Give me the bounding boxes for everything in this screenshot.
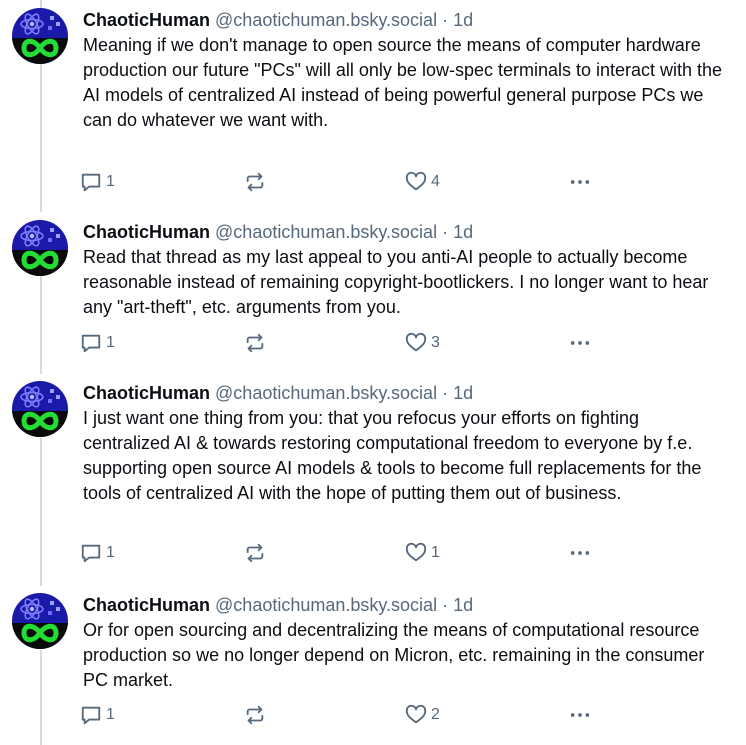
like-button[interactable]: 2: [405, 703, 440, 727]
timestamp[interactable]: 1d: [453, 383, 473, 403]
post-actions: 1 4: [80, 170, 640, 194]
atom-infinity-avatar-icon: [12, 593, 68, 649]
repost-button[interactable]: [244, 170, 270, 194]
reply-count: 1: [106, 706, 115, 723]
repost-button[interactable]: [244, 703, 270, 727]
post[interactable]: ChaoticHuman @chaotichuman.bsky.social ·…: [0, 8, 746, 198]
reply-icon: [81, 334, 101, 353]
more-icon: [570, 180, 590, 184]
more-options-button[interactable]: [567, 541, 593, 565]
reply-button[interactable]: 1: [80, 170, 115, 194]
like-count: 4: [431, 173, 440, 190]
heart-icon: [405, 704, 427, 724]
timestamp[interactable]: 1d: [453, 595, 473, 615]
post[interactable]: ChaoticHuman @chaotichuman.bsky.social ·…: [0, 220, 746, 360]
author-name[interactable]: ChaoticHuman: [83, 595, 210, 615]
more-options-button[interactable]: [567, 703, 593, 727]
post[interactable]: ChaoticHuman @chaotichuman.bsky.social ·…: [0, 381, 746, 571]
author-name[interactable]: ChaoticHuman: [83, 10, 210, 30]
heart-icon: [405, 542, 427, 562]
avatar[interactable]: [12, 8, 68, 64]
author-handle[interactable]: @chaotichuman.bsky.social: [215, 383, 437, 403]
separator: ·: [442, 10, 449, 30]
avatar[interactable]: [12, 593, 68, 649]
thread-line: [40, 0, 42, 8]
reply-count: 1: [106, 544, 115, 561]
atom-infinity-avatar-icon: [12, 220, 68, 276]
more-options-button[interactable]: [567, 331, 593, 355]
heart-icon: [405, 171, 427, 191]
post-text: Read that thread as my last appeal to yo…: [83, 247, 709, 317]
like-button[interactable]: 4: [405, 170, 440, 194]
reply-button[interactable]: 1: [80, 703, 115, 727]
post-text: Or for open sourcing and decentralizing …: [83, 620, 705, 690]
atom-infinity-avatar-icon: [12, 381, 68, 437]
repost-icon: [246, 705, 264, 725]
avatar[interactable]: [12, 381, 68, 437]
reply-count: 1: [106, 173, 115, 190]
more-icon: [570, 713, 590, 717]
repost-icon: [246, 333, 264, 353]
avatar[interactable]: [12, 220, 68, 276]
repost-icon: [246, 172, 264, 192]
author-handle[interactable]: @chaotichuman.bsky.social: [215, 10, 437, 30]
post-header: ChaoticHuman @chaotichuman.bsky.social ·…: [83, 8, 473, 32]
post-text: I just want one thing from you: that you…: [83, 408, 702, 503]
timestamp[interactable]: 1d: [453, 222, 473, 242]
post-actions: 1 2: [80, 703, 640, 727]
like-count: 3: [431, 334, 440, 351]
timestamp[interactable]: 1d: [453, 10, 473, 30]
heart-icon: [405, 332, 427, 352]
repost-button[interactable]: [244, 331, 270, 355]
reply-icon: [81, 173, 101, 192]
reply-icon: [81, 706, 101, 725]
reply-button[interactable]: 1: [80, 541, 115, 565]
post-header: ChaoticHuman @chaotichuman.bsky.social ·…: [83, 593, 473, 617]
author-name[interactable]: ChaoticHuman: [83, 222, 210, 242]
repost-icon: [246, 543, 264, 563]
post-actions: 1 1: [80, 541, 640, 565]
post-header: ChaoticHuman @chaotichuman.bsky.social ·…: [83, 381, 473, 405]
separator: ·: [442, 595, 449, 615]
reply-button[interactable]: 1: [80, 331, 115, 355]
like-button[interactable]: 1: [405, 541, 440, 565]
like-count: 1: [431, 544, 440, 561]
post-text: Meaning if we don't manage to open sourc…: [83, 35, 723, 130]
atom-infinity-avatar-icon: [12, 8, 68, 64]
separator: ·: [442, 383, 449, 403]
reply-icon: [81, 544, 101, 563]
author-handle[interactable]: @chaotichuman.bsky.social: [215, 222, 437, 242]
post[interactable]: ChaoticHuman @chaotichuman.bsky.social ·…: [0, 593, 746, 733]
post-header: ChaoticHuman @chaotichuman.bsky.social ·…: [83, 220, 473, 244]
like-count: 2: [431, 706, 440, 723]
author-handle[interactable]: @chaotichuman.bsky.social: [215, 595, 437, 615]
like-button[interactable]: 3: [405, 331, 440, 355]
post-actions: 1 3: [80, 331, 640, 355]
separator: ·: [442, 222, 449, 242]
more-options-button[interactable]: [567, 170, 593, 194]
more-icon: [570, 341, 590, 345]
more-icon: [570, 551, 590, 555]
author-name[interactable]: ChaoticHuman: [83, 383, 210, 403]
reply-count: 1: [106, 334, 115, 351]
repost-button[interactable]: [244, 541, 270, 565]
